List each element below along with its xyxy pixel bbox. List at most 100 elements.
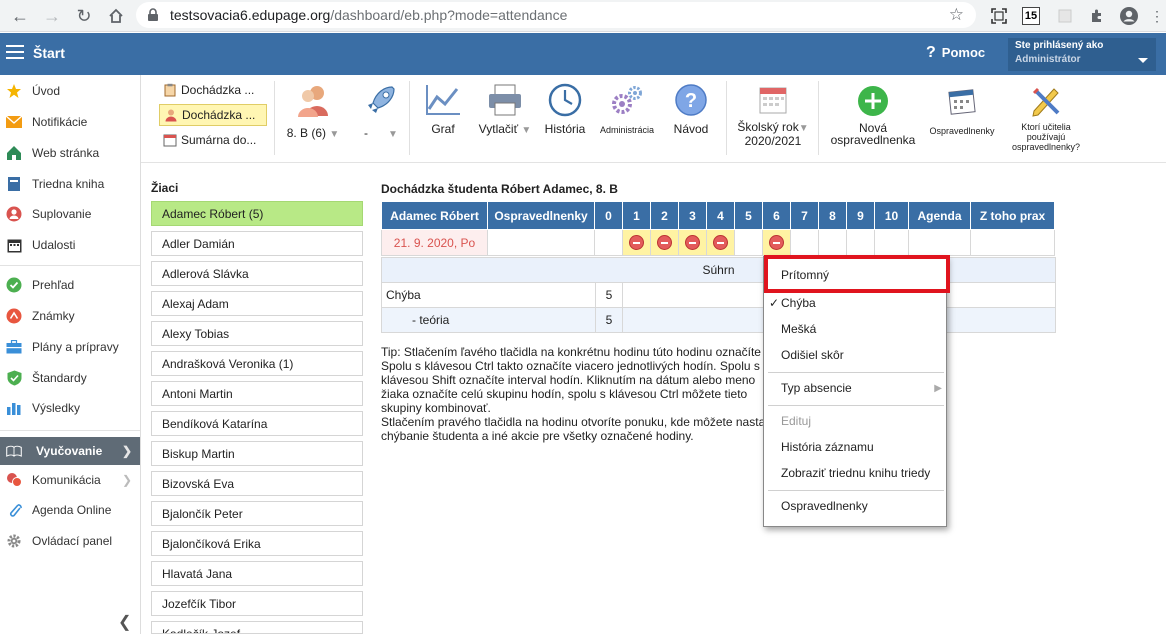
col-header: 0 xyxy=(594,201,623,230)
menu-item-late[interactable]: Mešká xyxy=(764,317,948,341)
student-item[interactable]: Antoni Martin xyxy=(151,381,363,406)
sidebar-item-udalosti[interactable]: Udalosti xyxy=(0,232,140,258)
sidebar-item-triedna-kniha[interactable]: Triedna kniha xyxy=(0,171,140,197)
hour-cell-7[interactable] xyxy=(790,229,819,256)
hour-cell-1[interactable] xyxy=(622,229,651,256)
hour-cell-0[interactable] xyxy=(594,229,623,256)
agenda-cell[interactable] xyxy=(908,229,971,256)
collapse-sidebar-icon[interactable]: ❮ xyxy=(118,612,131,632)
school-year-label: Školský rok xyxy=(737,120,799,134)
reload-icon[interactable]: ↻ xyxy=(70,2,98,30)
history-button[interactable]: História xyxy=(541,83,589,136)
practice-cell[interactable] xyxy=(970,229,1055,256)
bookmark-star-icon[interactable]: ☆ xyxy=(949,5,964,25)
student-item[interactable]: Andrašková Veronika (1) xyxy=(151,351,363,376)
student-item[interactable]: Bendíková Katarína xyxy=(151,411,363,436)
sidebar-item-label: Prehľad xyxy=(32,278,75,292)
col-header: 9 xyxy=(846,201,875,230)
line-chart-icon xyxy=(426,85,460,115)
sidebar-item-standardy[interactable]: Štandardy xyxy=(0,365,140,391)
student-item[interactable]: Alexaj Adam xyxy=(151,291,363,316)
menu-item-edit: Edituj xyxy=(781,414,812,428)
hour-cell-6[interactable] xyxy=(762,229,791,256)
student-item[interactable]: Jozefčík Tibor xyxy=(151,591,363,616)
col-header: 4 xyxy=(706,201,735,230)
student-item[interactable]: Bizovská Eva xyxy=(151,471,363,496)
excuse-cell[interactable] xyxy=(487,229,595,256)
menu-item-absent[interactable]: ✓ Chýba xyxy=(764,291,948,315)
plus-circle-icon xyxy=(858,86,888,116)
new-excuse-button[interactable]: Nová ospravedlnenka xyxy=(827,85,919,146)
back-icon[interactable]: ← xyxy=(6,2,34,30)
help-button[interactable]: ? Pomoc xyxy=(926,44,985,62)
guide-button[interactable]: ? Návod xyxy=(667,83,715,136)
sidebar-item-notifikacie[interactable]: Notifikácie xyxy=(0,109,140,135)
hour-cell-10[interactable] xyxy=(874,229,909,256)
menu-item-excuses[interactable]: Ospravedlnenky xyxy=(764,494,948,518)
screen-capture-icon[interactable] xyxy=(988,5,1010,27)
calendar-extension-icon[interactable]: 15 xyxy=(1022,7,1040,25)
menu-item-show-class-book[interactable]: Zobraziť triednu knihu triedy xyxy=(764,461,948,485)
hour-cell-9[interactable] xyxy=(846,229,875,256)
hour-cell-3[interactable] xyxy=(678,229,707,256)
col-header: Agenda xyxy=(908,201,971,230)
puzzle-icon[interactable] xyxy=(1086,5,1108,27)
browser-menu-icon[interactable]: ⋮ xyxy=(1146,5,1166,27)
sidebar-item-komunikacia[interactable]: Komunikácia ❯ xyxy=(0,467,140,493)
sidebar-item-uvod[interactable]: Úvod xyxy=(0,78,140,104)
student-item[interactable]: Alexy Tobias xyxy=(151,321,363,346)
student-item[interactable]: Kadlečík Jozef xyxy=(151,621,363,634)
view-label: Dochádzka ... xyxy=(182,108,256,122)
class-selector[interactable]: 8. B (6) ▼ xyxy=(285,83,341,140)
hamburger-menu-icon[interactable] xyxy=(6,45,24,59)
student-item[interactable]: Adamec Róbert (5) xyxy=(151,201,363,226)
menu-item-history[interactable]: História záznamu xyxy=(764,435,948,459)
admin-button[interactable]: Administrácia xyxy=(597,85,657,135)
sidebar-item-label: Štandardy xyxy=(32,371,87,385)
view-summary[interactable]: Sumárna do... xyxy=(159,129,267,151)
gears-icon xyxy=(612,86,642,114)
student-item[interactable]: Bjalončíková Erika xyxy=(151,531,363,556)
sidebar-item-agenda-online[interactable]: Agenda Online xyxy=(0,497,140,523)
sidebar-item-ovladaci-panel[interactable]: Ovládací panel xyxy=(0,528,140,554)
graph-button[interactable]: Graf xyxy=(421,83,465,136)
sidebar-item-znamky[interactable]: Známky xyxy=(0,303,140,329)
user-dropdown[interactable]: Ste prihlásený ako Administrátor xyxy=(1008,38,1156,71)
teachers-using-excuses-button[interactable]: Ktorí učitelia používajú ospravedlnenky? xyxy=(1003,85,1089,152)
toolbar-divider xyxy=(274,81,275,155)
student-item[interactable]: Hlavatá Jana xyxy=(151,561,363,586)
menu-item-absence-type[interactable]: Typ absencie ▶ xyxy=(764,376,948,400)
school-year-selector[interactable]: Školský rok▼ 2020/2021 xyxy=(733,85,813,147)
sidebar-item-suplovanie[interactable]: Suplovanie xyxy=(0,201,140,227)
dash-selector[interactable]: - ▼ xyxy=(353,83,409,140)
excuses-button[interactable]: Ospravedlnenky xyxy=(927,87,997,136)
date-cell[interactable]: 21. 9. 2020, Po xyxy=(381,229,488,256)
check-circle-icon xyxy=(6,277,22,293)
app-title[interactable]: Štart xyxy=(33,45,65,61)
sidebar-item-prehlad[interactable]: Prehľad xyxy=(0,272,140,298)
hour-cell-5[interactable] xyxy=(734,229,763,256)
hour-cell-4[interactable] xyxy=(706,229,735,256)
extension-icon[interactable] xyxy=(1054,5,1076,27)
view-attendance-2[interactable]: Dochádzka ... xyxy=(159,104,267,126)
menu-item-left-early[interactable]: Odišiel skôr xyxy=(764,343,948,367)
student-item[interactable]: Adler Damián xyxy=(151,231,363,256)
sidebar-item-web-stranka[interactable]: Web stránka xyxy=(0,140,140,166)
student-item[interactable]: Bjalončík Peter xyxy=(151,501,363,526)
address-bar[interactable]: testsovacia6.edupage.org/dashboard/eb.ph… xyxy=(136,2,976,28)
hour-cell-2[interactable] xyxy=(650,229,679,256)
forward-icon[interactable]: → xyxy=(38,2,66,30)
house-icon xyxy=(6,145,22,161)
student-item[interactable]: Biskup Martin xyxy=(151,441,363,466)
home-icon[interactable] xyxy=(102,2,130,30)
print-button[interactable]: Vytlačiť ▼ xyxy=(477,83,533,136)
sidebar-item-vysledky[interactable]: Výsledky xyxy=(0,395,140,421)
student-item[interactable]: Adlerová Slávka xyxy=(151,261,363,286)
sidebar-item-vyucovanie[interactable]: Vyučovanie ❯ xyxy=(0,437,140,465)
sidebar-item-label: Udalosti xyxy=(32,238,76,252)
profile-icon[interactable] xyxy=(1118,5,1140,27)
hour-cell-8[interactable] xyxy=(818,229,847,256)
view-attendance-1[interactable]: Dochádzka ... xyxy=(159,79,267,101)
sidebar-item-plany[interactable]: Plány a prípravy xyxy=(0,334,140,360)
help-icon: ? xyxy=(926,44,936,61)
